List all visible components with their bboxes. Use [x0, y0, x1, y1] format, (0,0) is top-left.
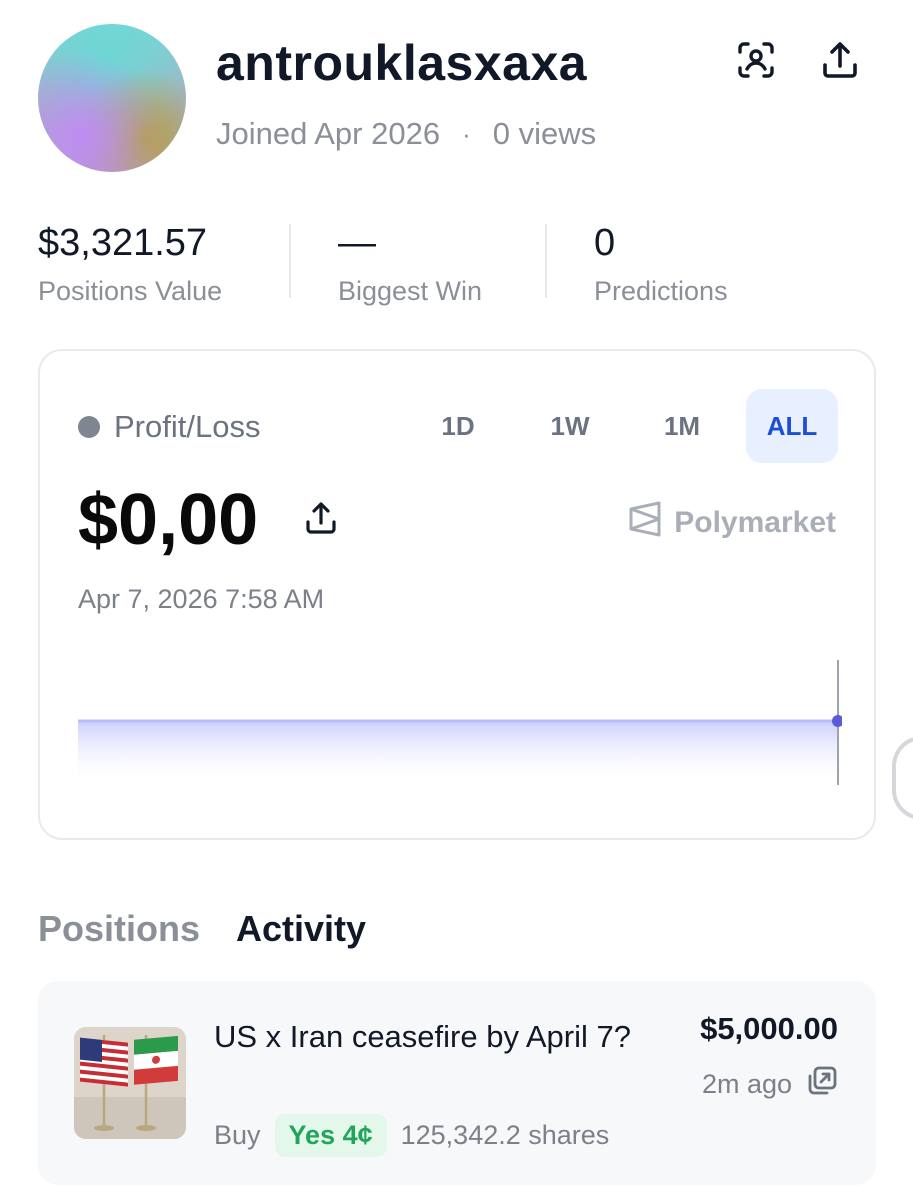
- trade-shares: 125,342.2 shares: [400, 1120, 610, 1150]
- range-tab-1w[interactable]: 1W: [524, 389, 616, 463]
- polymarket-brand-text: Polymarket: [674, 506, 836, 539]
- market-thumbnail: [74, 1027, 186, 1139]
- stat-label: Biggest Win: [338, 276, 483, 306]
- pnl-chart[interactable]: [78, 656, 842, 788]
- trade-time: 2m ago: [701, 1069, 792, 1099]
- edge-pull-handle: [892, 736, 913, 820]
- stat-label: Positions Value: [38, 276, 223, 306]
- share-icon[interactable]: [820, 40, 860, 80]
- pnl-dot-icon: [78, 416, 100, 438]
- view-count: 0 views: [492, 116, 597, 151]
- joined-date: Joined Apr 2026: [216, 116, 441, 151]
- pnl-value: $0,00: [78, 480, 259, 560]
- stats-row: $3,321.57 Positions Value — Biggest Win …: [38, 222, 878, 312]
- range-tab-all[interactable]: ALL: [746, 389, 838, 463]
- pnl-timestamp: Apr 7, 2026 7:58 AM: [78, 584, 325, 614]
- trade-details: Buy Yes 4¢ 125,342.2 shares: [214, 1114, 609, 1157]
- profile-meta: Joined Apr 2026 · 0 views: [216, 116, 596, 152]
- trade-side: Buy: [214, 1120, 261, 1150]
- pnl-label-text: Profit/Loss: [114, 409, 261, 444]
- trade-time-wrap: 2m ago: [702, 1065, 838, 1104]
- profile-page: antrouklasxaxa Joined Apr 2026 · 0 views…: [0, 0, 913, 1200]
- range-tab-1d[interactable]: 1D: [412, 389, 504, 463]
- external-link-icon[interactable]: [806, 1065, 838, 1104]
- face-scan-icon[interactable]: [736, 40, 776, 80]
- activity-row[interactable]: US x Iran ceasefire by April 7? Buy Yes …: [38, 981, 876, 1185]
- polymarket-logo-icon: [628, 501, 662, 545]
- tab-activity[interactable]: Activity: [236, 908, 366, 950]
- pnl-label: Profit/Loss: [78, 409, 260, 445]
- outcome-badge: Yes 4¢: [274, 1114, 387, 1157]
- avatar: [38, 24, 186, 172]
- stat-biggest-win: — Biggest Win: [338, 222, 482, 307]
- pnl-area: [78, 721, 838, 785]
- stat-value: 0: [594, 222, 616, 264]
- pnl-card: Profit/Loss 1D 1W 1M ALL $0,00 Polymarke…: [38, 349, 876, 840]
- stat-predictions: 0 Predictions: [594, 222, 728, 307]
- tab-positions[interactable]: Positions: [38, 908, 200, 950]
- range-tab-1m[interactable]: 1M: [636, 389, 728, 463]
- stat-divider: [545, 224, 547, 298]
- meta-separator: ·: [462, 118, 471, 149]
- market-title[interactable]: US x Iran ceasefire by April 7?: [214, 1011, 654, 1063]
- username: antrouklasxaxa: [216, 35, 588, 91]
- trade-amount: $5,000.00: [700, 1011, 838, 1046]
- stat-value: $3,321.57: [38, 222, 208, 264]
- polymarket-brand: Polymarket: [628, 501, 836, 545]
- stat-label: Predictions: [594, 276, 728, 306]
- share-pnl-icon[interactable]: [304, 501, 338, 535]
- stat-positions-value: $3,321.57 Positions Value: [38, 222, 222, 307]
- stat-divider: [289, 224, 291, 298]
- stat-value: —: [338, 222, 376, 264]
